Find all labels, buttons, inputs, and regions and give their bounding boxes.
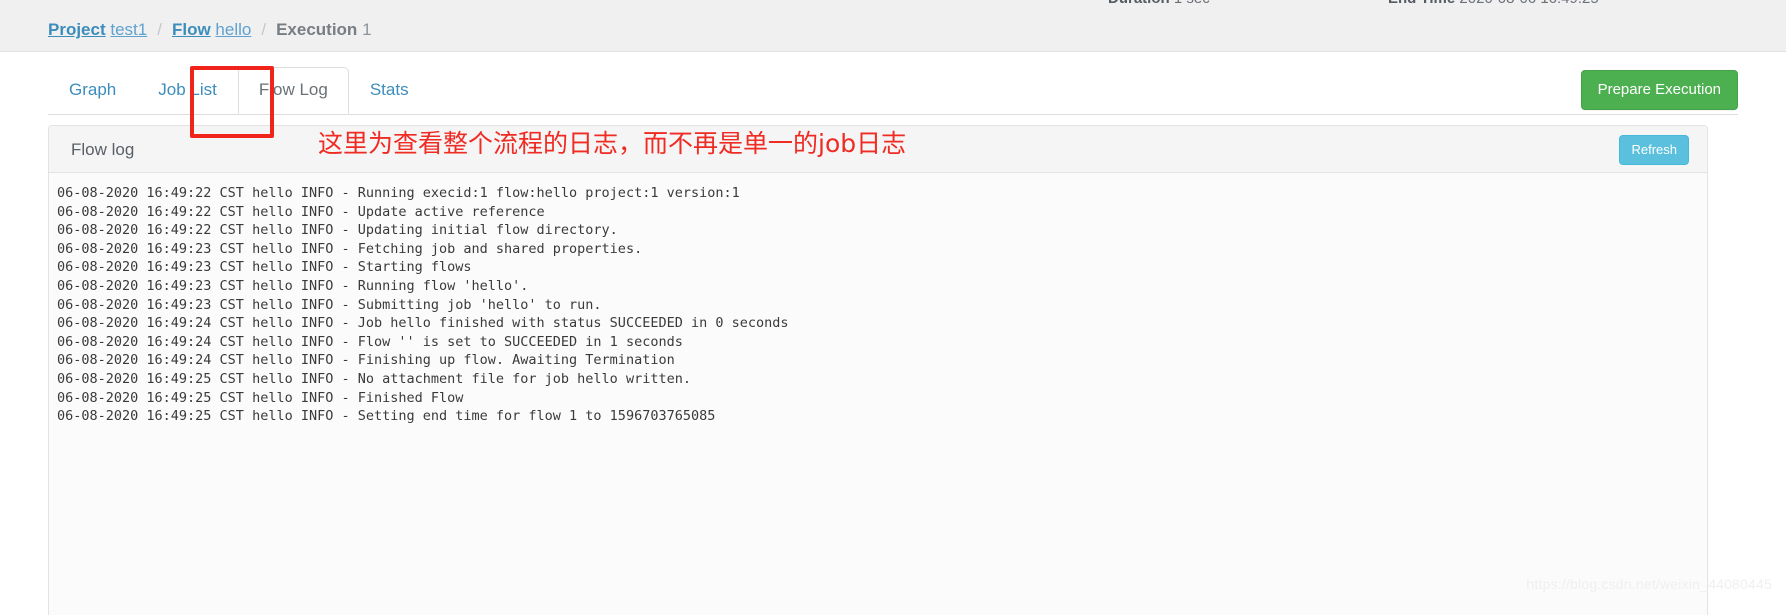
log-line: 06-08-2020 16:49:24 CST hello INFO - Flo… [57, 333, 683, 350]
log-line: 06-08-2020 16:49:22 CST hello INFO - Upd… [57, 203, 545, 220]
watermark: https://blog.csdn.net/weixin_44080445 [1526, 576, 1772, 592]
log-line: 06-08-2020 16:49:22 CST hello INFO - Upd… [57, 222, 618, 239]
end-time-label: End Time [1388, 0, 1455, 7]
tab-underline [48, 114, 1738, 115]
tab-graph[interactable]: Graph [48, 67, 137, 114]
log-line: 06-08-2020 16:49:23 CST hello INFO - Sub… [57, 296, 602, 313]
end-time-summary: End Time 2020-08-06 16:49:25 [1388, 0, 1599, 7]
flow-log-panel: Flow log Refresh 06-08-2020 16:49:22 CST… [48, 125, 1708, 615]
tab-list: Graph Job List Flow Log Stats [48, 65, 430, 114]
prepare-execution-button[interactable]: Prepare Execution [1580, 70, 1738, 110]
log-line: 06-08-2020 16:49:25 CST hello INFO - Fin… [57, 389, 464, 406]
breadcrumb-flow-value[interactable]: hello [215, 20, 251, 39]
breadcrumb-execution-label: Execution [276, 20, 358, 39]
flow-log-output[interactable]: 06-08-2020 16:49:22 CST hello INFO - Run… [57, 184, 1705, 615]
log-line: 06-08-2020 16:49:22 CST hello INFO - Run… [57, 185, 740, 201]
tab-stats[interactable]: Stats [349, 67, 430, 114]
breadcrumb-execution-value: 1 [362, 20, 372, 39]
breadcrumb-separator-2: / [261, 20, 267, 39]
log-line: 06-08-2020 16:49:23 CST hello INFO - Fet… [57, 240, 643, 257]
log-line: 06-08-2020 16:49:25 CST hello INFO - Set… [57, 408, 716, 425]
breadcrumb-project-value[interactable]: test1 [110, 20, 147, 39]
breadcrumb: Project test1 / Flow hello / Execution 1 [48, 19, 372, 41]
breadcrumb-bar: Project test1 / Flow hello / Execution 1 [0, 10, 1786, 52]
annotation-text: 这里为查看整个流程的日志，而不再是单一的job日志 [318, 129, 907, 158]
execution-page: Duration 1 sec End Time 2020-08-06 16:49… [0, 0, 1786, 615]
refresh-button[interactable]: Refresh [1619, 135, 1689, 165]
tab-strip: Graph Job List Flow Log Stats [0, 53, 1786, 115]
execution-summary-strip: Duration 1 sec End Time 2020-08-06 16:49… [0, 0, 1786, 10]
breadcrumb-project-label[interactable]: Project [48, 20, 106, 39]
breadcrumb-separator-1: / [157, 20, 162, 39]
flow-log-panel-body[interactable]: 06-08-2020 16:49:22 CST hello INFO - Run… [49, 173, 1707, 615]
breadcrumb-flow-label[interactable]: Flow [172, 20, 211, 39]
duration-value: 1 sec [1174, 0, 1210, 7]
log-line: 06-08-2020 16:49:24 CST hello INFO - Job… [57, 315, 789, 332]
end-time-value: 2020-08-06 16:49:25 [1459, 0, 1598, 7]
tab-flow-log[interactable]: Flow Log [237, 67, 349, 114]
duration-label: Duration [1108, 0, 1170, 7]
log-line: 06-08-2020 16:49:23 CST hello INFO - Sta… [57, 259, 472, 276]
log-line: 06-08-2020 16:49:24 CST hello INFO - Fin… [57, 352, 675, 369]
log-line: 06-08-2020 16:49:23 CST hello INFO - Run… [57, 277, 529, 294]
duration-summary: Duration 1 sec [1108, 0, 1210, 7]
flow-log-panel-title: Flow log [71, 140, 135, 159]
tab-job-list[interactable]: Job List [137, 67, 238, 114]
log-line: 06-08-2020 16:49:25 CST hello INFO - No … [57, 370, 691, 387]
